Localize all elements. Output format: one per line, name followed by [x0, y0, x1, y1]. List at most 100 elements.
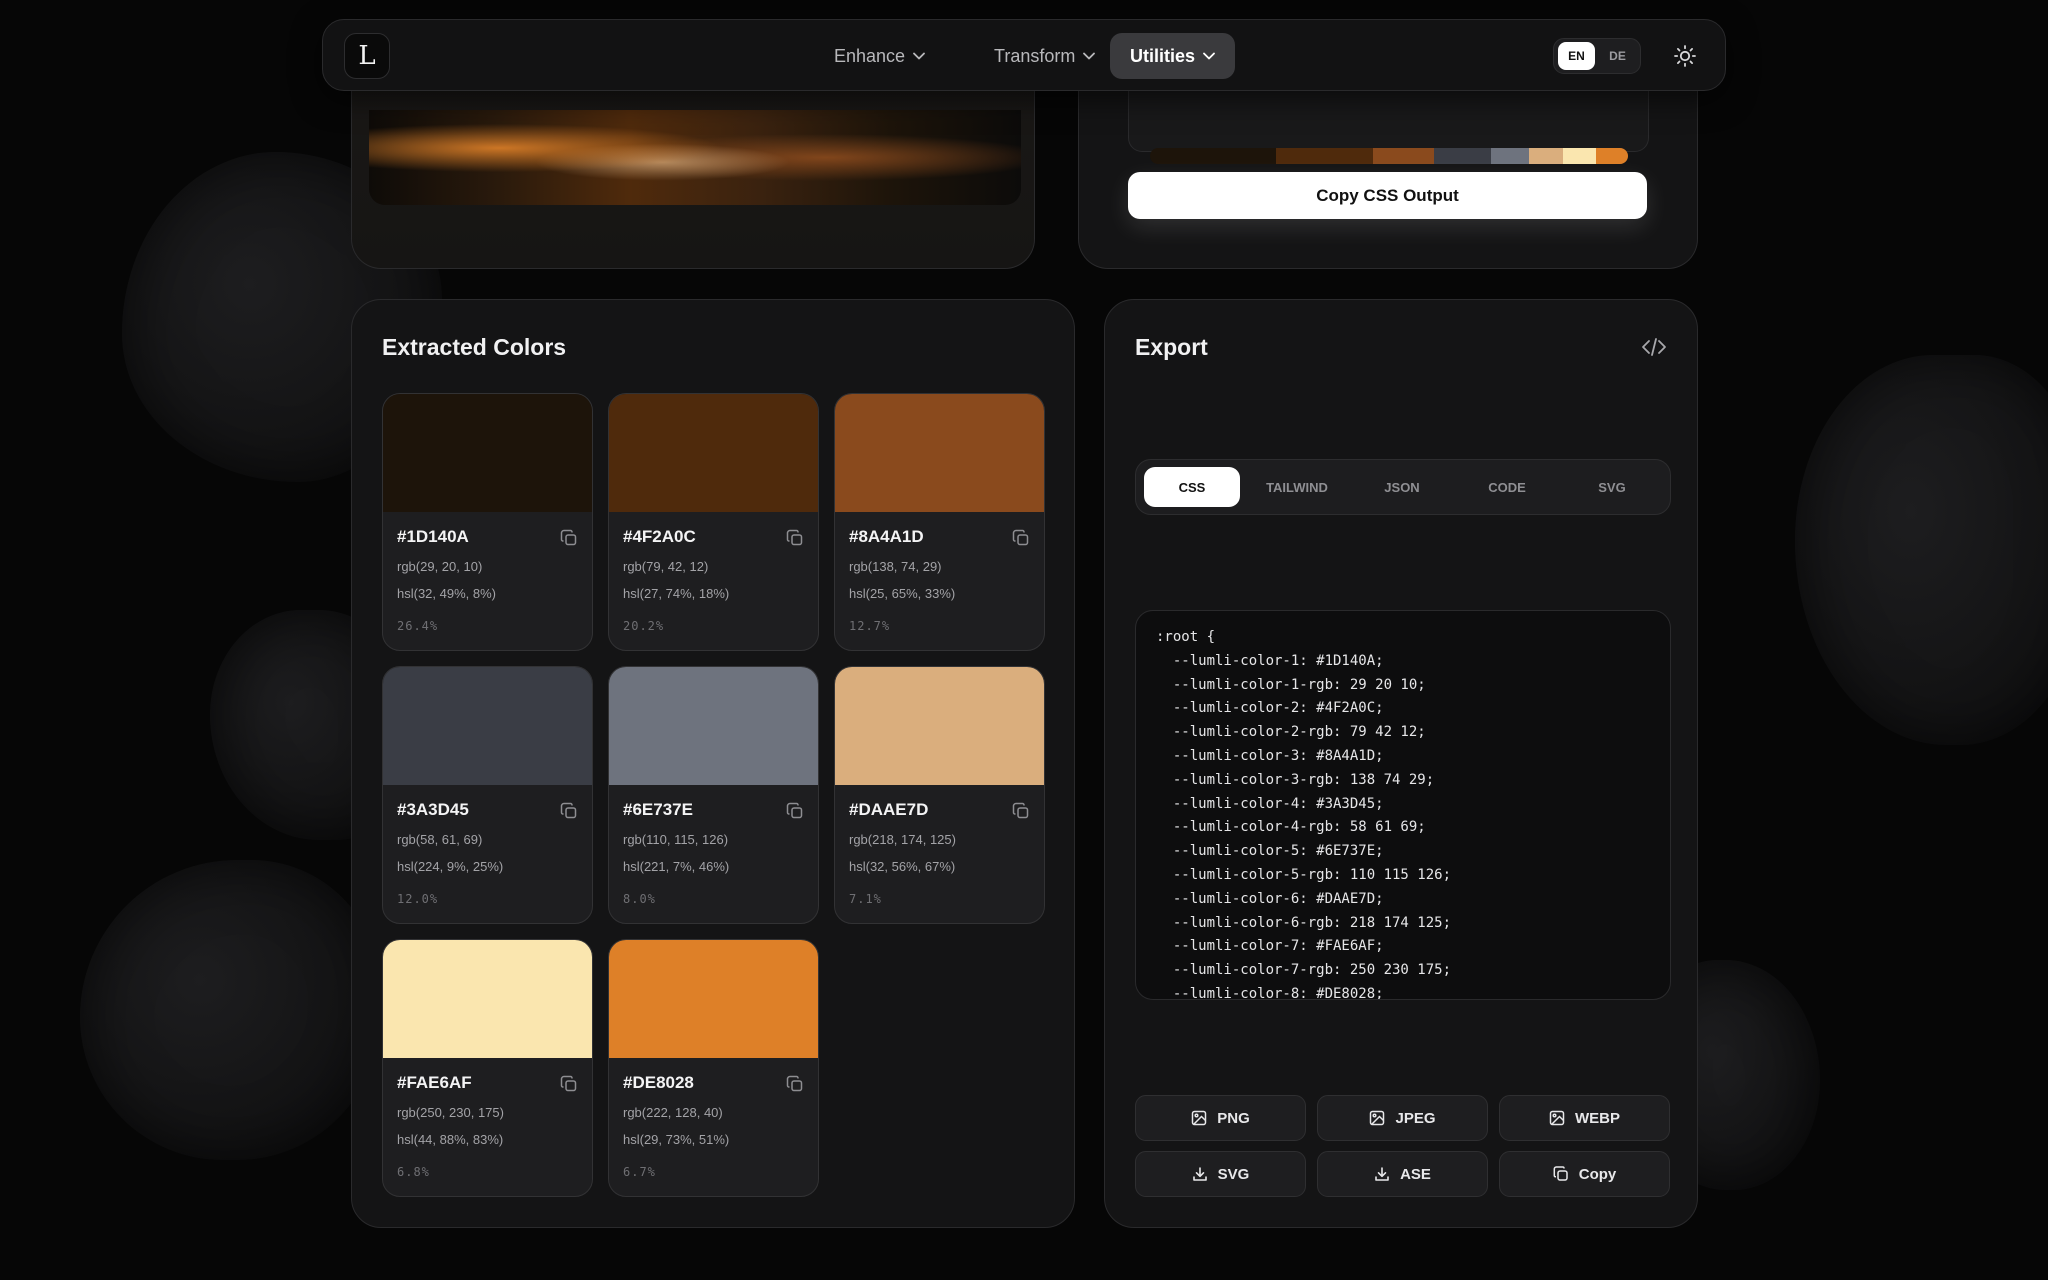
image-icon [1370, 1110, 1385, 1126]
copy-icon[interactable] [1012, 802, 1030, 820]
color-swatch[interactable] [383, 667, 592, 785]
copy-icon[interactable] [786, 529, 804, 547]
code-line: --lumli-color-7-rgb: 250 230 175; [1156, 962, 1452, 979]
code-line: --lumli-color-4-rgb: 58 61 69; [1156, 819, 1426, 836]
color-percentage: 6.8% [397, 1165, 430, 1179]
copy-css-output-button[interactable]: Copy CSS Output [1128, 172, 1647, 219]
download-icon [1192, 1167, 1207, 1181]
color-rgb: rgb(110, 115, 126) [623, 832, 729, 847]
image-icon [1549, 1110, 1565, 1126]
color-swatch[interactable] [609, 940, 818, 1058]
nav-enhance[interactable]: Enhance [814, 33, 945, 79]
color-hex: #1D140A [397, 527, 469, 546]
color-swatch[interactable] [609, 394, 818, 512]
code-line: --lumli-color-7: #FAE6AF; [1156, 938, 1384, 955]
color-hex: #6E737E [623, 800, 693, 819]
tab-svg[interactable]: SVG [1564, 467, 1660, 507]
nav-utilities-label: Utilities [1130, 45, 1196, 66]
nav-utilities[interactable]: Utilities [1110, 33, 1236, 79]
export-title: Export [1135, 334, 1208, 360]
css-output-code[interactable]: :root { --lumli-color-1: #1D140A; --luml… [1135, 610, 1671, 1000]
palette-bar-segment [1595, 148, 1628, 164]
export-svg-button[interactable]: SVG [1135, 1151, 1306, 1197]
code-line: --lumli-color-8: #DE8028; [1156, 986, 1384, 1000]
color-rgb: rgb(138, 74, 29) [849, 559, 942, 574]
palette-bar-segment [1491, 148, 1530, 164]
color-hex: #3A3D45 [397, 800, 469, 819]
code-line: :root { [1156, 629, 1216, 645]
color-swatch[interactable] [835, 667, 1044, 785]
palette-bar-segment [1150, 148, 1277, 164]
chevron-down-icon [913, 52, 925, 60]
color-swatch-card[interactable]: #8A4A1D rgb(138, 74, 29) hsl(25, 65%, 33%)… [834, 393, 1045, 651]
code-line: --lumli-color-5: #6E737E; [1156, 843, 1384, 860]
export-format-tabs: CSS TAILWIND JSON CODE SVG [1135, 459, 1671, 515]
color-hsl: hsl(221, 7%, 46%) [623, 859, 730, 874]
code-view-button[interactable] [1641, 336, 1667, 358]
code-line: --lumli-color-2-rgb: 79 42 12; [1156, 724, 1426, 741]
language-en[interactable]: EN [1558, 42, 1595, 70]
color-swatch[interactable] [383, 940, 592, 1058]
color-swatch-card[interactable]: #DAAE7D rgb(218, 174, 125) hsl(32, 56%, 67… [834, 666, 1045, 924]
app-logo[interactable]: L [344, 33, 390, 79]
palette-bar-segment [1563, 148, 1596, 164]
copy-icon[interactable] [560, 802, 578, 820]
background-blob [80, 860, 380, 1160]
color-swatch-card[interactable]: #6E737E rgb(110, 115, 126) hsl(221, 7%, 46… [608, 666, 819, 924]
color-hsl: hsl(29, 73%, 51%) [623, 1132, 730, 1147]
copy-icon[interactable] [560, 1075, 578, 1093]
copy-icon[interactable] [786, 1075, 804, 1093]
color-percentage: 8.0% [623, 892, 656, 906]
tab-code[interactable]: CODE [1459, 467, 1555, 507]
color-percentage: 20.2% [623, 619, 665, 633]
export-png-button[interactable]: PNG [1135, 1095, 1306, 1141]
color-hex: #DAAE7D [849, 800, 929, 819]
color-hsl: hsl(44, 88%, 83%) [397, 1132, 504, 1147]
language-toggle: EN DE [1553, 38, 1641, 74]
color-swatch[interactable] [835, 394, 1044, 512]
export-button-label: WEBP [1575, 1109, 1620, 1127]
color-rgb: rgb(222, 128, 40) [623, 1105, 723, 1120]
color-swatch-card[interactable]: #3A3D45 rgb(58, 61, 69) hsl(224, 9%, 25%) 1… [382, 666, 593, 924]
export-ase-button[interactable]: ASE [1317, 1151, 1488, 1197]
color-percentage: 12.0% [397, 892, 439, 906]
tab-tailwind[interactable]: TAILWIND [1249, 467, 1345, 507]
color-hex: #8A4A1D [849, 527, 924, 546]
copy-icon[interactable] [786, 802, 804, 820]
theme-toggle-button[interactable] [1669, 40, 1701, 72]
palette-bar-segment [1276, 148, 1373, 164]
copy-icon[interactable] [560, 529, 578, 547]
color-hsl: hsl(224, 9%, 25%) [397, 859, 504, 874]
color-swatch[interactable] [383, 394, 592, 512]
color-hex: #DE8028 [623, 1073, 694, 1092]
sun-icon [1674, 45, 1696, 67]
code-line: --lumli-color-4: #3A3D45; [1156, 795, 1384, 812]
copy-icon[interactable] [1012, 529, 1030, 547]
tab-css[interactable]: CSS [1144, 467, 1240, 507]
export-button-label: Copy [1578, 1165, 1617, 1183]
export-button-label: ASE [1400, 1165, 1431, 1183]
color-swatch-card[interactable]: #4F2A0C rgb(79, 42, 12) hsl(27, 74%, 18%) 2… [608, 393, 819, 651]
language-de[interactable]: DE [1599, 42, 1636, 70]
export-jpeg-button[interactable]: JPEG [1317, 1095, 1488, 1141]
color-swatch[interactable] [609, 667, 818, 785]
chevron-down-icon [1083, 52, 1096, 60]
export-card: Export CSS TAILWIND JSON CODE SVG :root { --… [1104, 299, 1698, 1228]
color-percentage: 12.7% [849, 619, 891, 633]
color-swatch-card[interactable]: #DE8028 rgb(222, 128, 40) hsl(29, 73%, 51%… [608, 939, 819, 1197]
color-rgb: rgb(250, 230, 175) [397, 1105, 504, 1120]
tab-json[interactable]: JSON [1354, 467, 1450, 507]
export-copy-button[interactable]: Copy [1499, 1151, 1670, 1197]
export-webp-button[interactable]: WEBP [1499, 1095, 1670, 1141]
color-rgb: rgb(79, 42, 12) [623, 559, 709, 574]
nav-transform[interactable]: Transform [974, 33, 1115, 79]
code-line: --lumli-color-2: #4F2A0C; [1156, 700, 1384, 717]
color-hex: #FAE6AF [397, 1073, 472, 1092]
palette-bar-segment [1372, 148, 1434, 164]
color-swatch-card[interactable]: #FAE6AF rgb(250, 230, 175) hsl(44, 88%, 83… [382, 939, 593, 1197]
code-icon [1642, 338, 1666, 356]
nav-enhance-label: Enhance [834, 45, 906, 66]
image-preview [369, 110, 1021, 205]
color-swatch-card[interactable]: #1D140A rgb(29, 20, 10) hsl(32, 49%, 8%) 26… [382, 393, 593, 651]
code-line: --lumli-color-6: #DAAE7D; [1156, 890, 1384, 907]
